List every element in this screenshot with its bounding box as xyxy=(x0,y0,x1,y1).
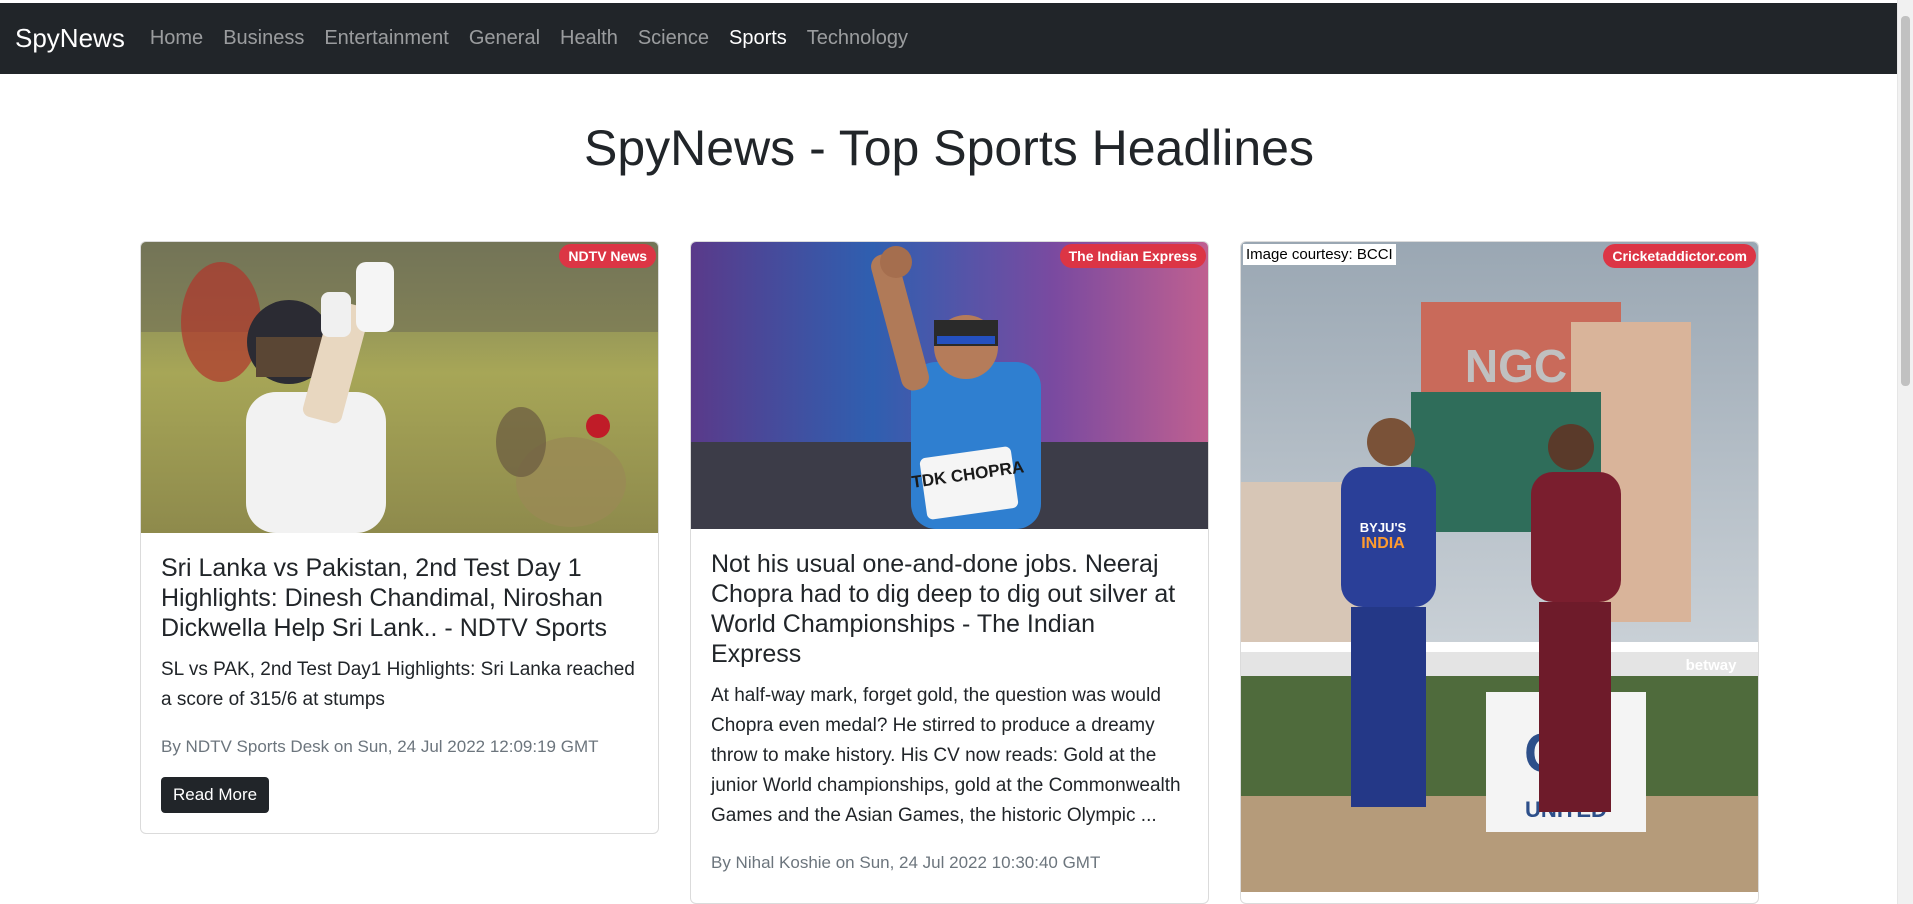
news-card: TDK CHOPRA The Indian Express Not his us… xyxy=(690,241,1209,904)
nav-link-general[interactable]: General xyxy=(459,27,550,50)
nav-link-sports[interactable]: Sports xyxy=(719,27,797,50)
source-badge: NDTV News xyxy=(559,244,656,268)
card-image: TDK CHOPRA The Indian Express xyxy=(691,242,1208,529)
cricket-toss-photo: NGC betway CG UNITED BYJU'S INDIA xyxy=(1241,242,1758,892)
source-badge: The Indian Express xyxy=(1059,244,1206,268)
navbar: SpyNews Home Business Entertainment Gene… xyxy=(0,3,1898,74)
athlete-celebration-photo: TDK CHOPRA xyxy=(691,242,1208,529)
nav-link-health[interactable]: Health xyxy=(550,27,628,50)
jersey-sponsor: BYJU'S xyxy=(1360,520,1407,535)
card-meta: By NDTV Sports Desk on Sun, 24 Jul 2022 … xyxy=(161,737,599,756)
card-title: Sri Lanka vs Pakistan, 2nd Test Day 1 Hi… xyxy=(161,554,607,642)
news-card: NGC betway CG UNITED BYJU'S INDIA Image … xyxy=(1240,241,1759,904)
read-more-button[interactable]: Read More xyxy=(161,777,270,813)
card-title: Not his usual one-and-done jobs. Neeraj … xyxy=(711,550,1176,668)
nav-link-technology[interactable]: Technology xyxy=(797,27,918,50)
card-meta: By Nihal Koshie on Sun, 24 Jul 2022 10:3… xyxy=(711,853,1101,872)
page-scrollbar[interactable] xyxy=(1897,0,1913,904)
nav-link-business[interactable]: Business xyxy=(213,27,314,50)
card-description: SL vs PAK, 2nd Test Day1 Highlights: Sri… xyxy=(161,659,635,710)
nav-links: Home Business Entertainment General Heal… xyxy=(140,27,918,50)
card-image: NDTV News xyxy=(141,242,658,533)
card-body: Not his usual one-and-done jobs. Neeraj … xyxy=(691,529,1208,903)
image-caption: Image courtesy: BCCI xyxy=(1243,244,1396,265)
nav-link-science[interactable]: Science xyxy=(628,27,719,50)
scrollbar-thumb[interactable] xyxy=(1901,16,1910,386)
news-card: NDTV News Sri Lanka vs Pakistan, 2nd Tes… xyxy=(140,241,659,834)
cricket-batsman-photo xyxy=(141,242,658,533)
sponsor-board: betway xyxy=(1686,657,1738,674)
nav-link-home[interactable]: Home xyxy=(140,27,213,50)
card-image: NGC betway CG UNITED BYJU'S INDIA Image … xyxy=(1241,242,1758,892)
jersey-india: INDIA xyxy=(1361,535,1405,552)
card-description: At half-way mark, forget gold, the quest… xyxy=(711,685,1181,826)
page-title: SpyNews - Top Sports Headlines xyxy=(584,120,1314,176)
stadium-sign: NGC xyxy=(1465,340,1567,392)
card-body: Sri Lanka vs Pakistan, 2nd Test Day 1 Hi… xyxy=(141,533,658,833)
nav-link-entertainment[interactable]: Entertainment xyxy=(314,27,459,50)
source-badge: Cricketaddictor.com xyxy=(1603,244,1756,268)
brand-logo[interactable]: SpyNews xyxy=(15,23,125,54)
